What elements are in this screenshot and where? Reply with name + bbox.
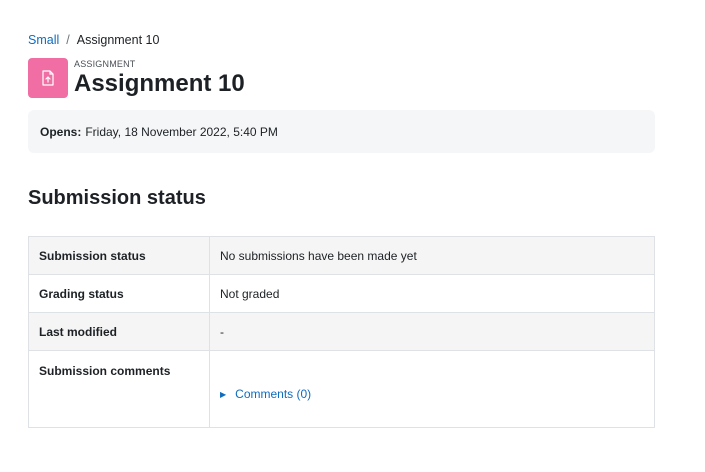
opens-date: Friday, 18 November 2022, 5:40 PM bbox=[85, 124, 278, 139]
comments-link-label: Comments (0) bbox=[235, 387, 312, 401]
breadcrumb: Small / Assignment 10 bbox=[28, 33, 159, 47]
table-row: Grading status Not graded bbox=[28, 274, 655, 313]
breadcrumb-separator: / bbox=[66, 33, 70, 47]
page-title: Assignment 10 bbox=[74, 70, 245, 97]
breadcrumb-link-course[interactable]: Small bbox=[28, 33, 59, 47]
row-label-grading-status: Grading status bbox=[28, 274, 210, 313]
last-modified-value: - bbox=[209, 312, 655, 351]
assignment-upload-icon bbox=[28, 58, 68, 98]
module-type-label: ASSIGNMENT bbox=[74, 59, 136, 69]
submission-status-table: Submission status No submissions have be… bbox=[28, 236, 655, 428]
row-label-submission-comments: Submission comments bbox=[28, 350, 210, 428]
page-header: ASSIGNMENT Assignment 10 bbox=[28, 58, 245, 98]
table-row: Submission status No submissions have be… bbox=[28, 236, 655, 275]
opens-label: Opens: bbox=[40, 124, 82, 139]
section-title: Submission status bbox=[28, 187, 206, 209]
table-row: Submission comments ▶ Comments (0) bbox=[28, 350, 655, 428]
row-label-submission-status: Submission status bbox=[28, 236, 210, 275]
activity-dates: Opens: Friday, 18 November 2022, 5:40 PM bbox=[28, 110, 655, 153]
submission-comments-cell: ▶ Comments (0) bbox=[209, 350, 655, 428]
table-row: Last modified - bbox=[28, 312, 655, 351]
submission-status-value: No submissions have been made yet bbox=[209, 236, 655, 275]
caret-right-icon: ▶ bbox=[220, 389, 227, 399]
row-label-last-modified: Last modified bbox=[28, 312, 210, 351]
breadcrumb-current: Assignment 10 bbox=[76, 33, 160, 47]
comments-toggle-link[interactable]: ▶ Comments (0) bbox=[220, 387, 311, 401]
grading-status-value: Not graded bbox=[209, 274, 655, 313]
